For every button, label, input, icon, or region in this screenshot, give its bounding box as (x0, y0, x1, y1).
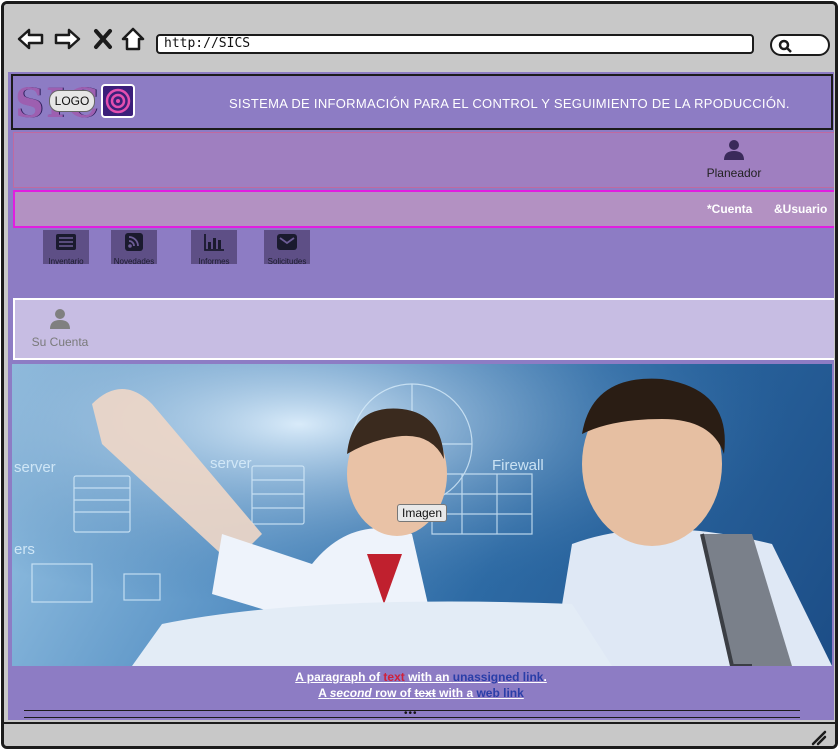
strikethrough-text: text (414, 686, 436, 700)
browser-window: http://SICS SICS LOGO SISTEMA DE INFORMA… (1, 1, 838, 749)
home-icon[interactable] (118, 24, 148, 54)
unassigned-link[interactable]: unassigned link (453, 670, 544, 684)
web-link[interactable]: web link (476, 686, 523, 700)
user-icon (50, 309, 70, 329)
browser-toolbar: http://SICS (4, 4, 835, 70)
su-cuenta-link[interactable]: Su Cuenta (25, 308, 95, 349)
page-content: SICS LOGO SISTEMA DE INFORMACIÓN PARA EL… (8, 72, 834, 720)
envelope-icon (277, 234, 297, 250)
close-x-icon[interactable] (88, 24, 118, 54)
resize-grip-icon[interactable] (809, 728, 827, 746)
hero-image: server server Firewall ers Imagen (12, 364, 832, 666)
bar-chart-icon (204, 234, 224, 251)
tile-label: Novedades (113, 257, 155, 266)
user-icon (724, 140, 744, 160)
hero-text-server-1: server (14, 459, 56, 476)
logo-placeholder: LOGO (49, 90, 95, 112)
target-logo-icon (101, 84, 135, 118)
list-icon (56, 234, 76, 250)
search-field[interactable] (770, 34, 830, 56)
user-profile[interactable]: Planeador (703, 139, 765, 180)
site-title: SISTEMA DE INFORMACIÓN PARA EL CONTROL Y… (229, 96, 790, 111)
url-input[interactable]: http://SICS (156, 34, 754, 54)
account-menu-bar: *Cuenta &Usuario (13, 190, 834, 228)
menu-item-user[interactable]: &Usuario (774, 202, 827, 216)
tile-label: Solicitudes (267, 257, 307, 266)
footer-paragraph-2: A second row of text with a web link (318, 686, 524, 700)
pagination-dots[interactable]: ••• (404, 708, 418, 719)
status-bar (4, 722, 835, 746)
tile-label: Inventario (48, 257, 84, 266)
menu-item-account[interactable]: *Cuenta (707, 202, 752, 216)
hero-text-firewall: Firewall (492, 457, 544, 474)
tile-label: Informes (198, 257, 230, 266)
account-panel: Su Cuenta (13, 298, 834, 360)
tile-inventario[interactable]: Inventario (43, 230, 89, 266)
back-arrow-icon[interactable] (16, 24, 46, 54)
tile-informes[interactable]: Informes (191, 230, 237, 266)
search-icon (778, 39, 792, 53)
rss-icon (125, 233, 143, 251)
account-label: Su Cuenta (31, 335, 89, 349)
image-placeholder-label: Imagen (397, 504, 448, 522)
site-header: SICS LOGO SISTEMA DE INFORMACIÓN PARA EL… (11, 74, 833, 130)
footer-paragraph-1: A paragraph of text with an unassigned l… (295, 670, 547, 684)
user-strip: Planeador (13, 132, 834, 188)
hero-text-server-2: server (210, 455, 252, 472)
red-text: text (383, 670, 405, 684)
user-role-label: Planeador (706, 166, 762, 180)
tile-solicitudes[interactable]: Solicitudes (264, 230, 310, 266)
hero-text-users: ers (14, 541, 35, 558)
forward-arrow-icon[interactable] (52, 24, 82, 54)
tile-novedades[interactable]: Novedades (111, 230, 157, 266)
